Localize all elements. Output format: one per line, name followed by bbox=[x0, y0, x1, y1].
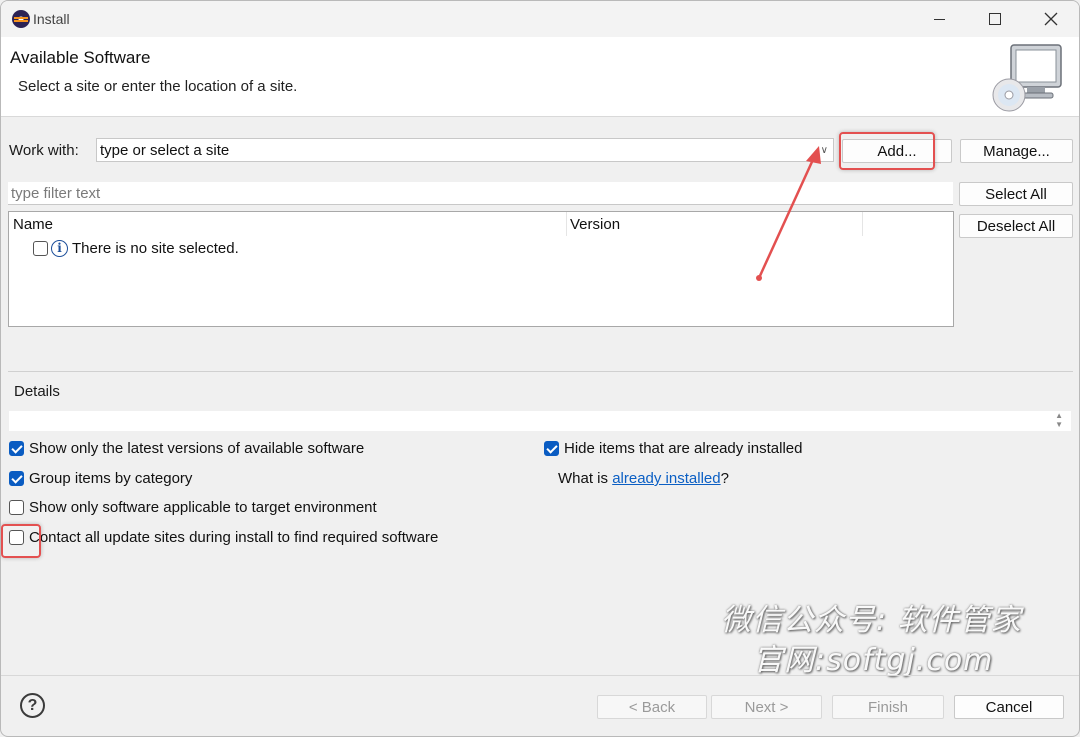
page-title: Available Software bbox=[10, 48, 151, 67]
select-all-button[interactable]: Select All bbox=[959, 182, 1073, 206]
details-text-area[interactable]: ▲ ▼ bbox=[9, 411, 1071, 431]
details-scrollbar[interactable]: ▲ ▼ bbox=[1055, 411, 1063, 429]
column-divider[interactable] bbox=[862, 212, 863, 236]
info-icon: i bbox=[51, 239, 68, 257]
wizard-header: Available Software Select a site or ente… bbox=[1, 37, 1079, 117]
add-button-highlight bbox=[839, 132, 935, 170]
target-environment-label: Show only software applicable to target … bbox=[29, 499, 377, 516]
minimize-icon bbox=[933, 18, 945, 20]
group-by-category-checkbox[interactable] bbox=[9, 471, 24, 486]
software-table[interactable]: Name Version i There is no site selected… bbox=[8, 211, 954, 327]
hide-installed-checkbox[interactable] bbox=[544, 441, 559, 456]
already-installed-link[interactable]: already installed bbox=[612, 470, 720, 487]
eclipse-logo-icon bbox=[12, 10, 30, 28]
table-row[interactable]: i There is no site selected. bbox=[33, 237, 239, 259]
contact-sites-label: Contact all update sites during install … bbox=[29, 529, 439, 546]
column-header-name[interactable]: Name bbox=[13, 216, 53, 233]
finish-button[interactable]: Finish bbox=[832, 695, 944, 719]
target-environment-checkbox[interactable] bbox=[9, 500, 24, 515]
what-is-prefix: What is bbox=[558, 470, 613, 487]
what-is-installed: What is already installed? bbox=[558, 470, 729, 487]
row-checkbox[interactable] bbox=[33, 240, 48, 256]
help-icon[interactable]: ? bbox=[20, 693, 45, 718]
page-subtitle: Select a site or enter the location of a… bbox=[18, 78, 298, 95]
work-with-combo[interactable]: type or select a site ∨ bbox=[96, 138, 834, 162]
option-hide-installed[interactable]: Hide items that are already installed bbox=[544, 440, 802, 457]
work-with-value: type or select a site bbox=[100, 142, 230, 159]
maximize-button[interactable] bbox=[967, 1, 1023, 37]
hide-installed-label: Hide items that are already installed bbox=[564, 440, 803, 457]
column-divider[interactable] bbox=[566, 212, 567, 236]
latest-versions-checkbox[interactable] bbox=[9, 441, 24, 456]
option-group-by-category[interactable]: Group items by category bbox=[9, 470, 192, 487]
option-target-environment[interactable]: Show only software applicable to target … bbox=[9, 499, 377, 516]
next-button[interactable]: Next > bbox=[711, 695, 822, 719]
filter-input[interactable]: type filter text bbox=[8, 182, 953, 205]
close-icon bbox=[1044, 12, 1058, 26]
chevron-down-icon[interactable]: ∨ bbox=[821, 145, 828, 156]
footer-separator bbox=[1, 675, 1079, 676]
details-label: Details bbox=[14, 383, 60, 400]
back-button[interactable]: < Back bbox=[597, 695, 707, 719]
watermark-line-1: 微信公众号: 软件管家 bbox=[721, 603, 1022, 638]
maximize-icon bbox=[989, 13, 1001, 25]
contact-sites-highlight bbox=[1, 524, 41, 558]
cancel-button[interactable]: Cancel bbox=[954, 695, 1064, 719]
filter-placeholder: type filter text bbox=[11, 185, 101, 202]
group-by-category-label: Group items by category bbox=[29, 470, 193, 487]
what-is-suffix: ? bbox=[720, 470, 729, 487]
option-latest-versions[interactable]: Show only the latest versions of availab… bbox=[9, 440, 364, 457]
details-separator bbox=[8, 371, 1073, 372]
manage-button[interactable]: Manage... bbox=[960, 139, 1073, 163]
title-bar: Install bbox=[1, 1, 1079, 37]
row-label: There is no site selected. bbox=[72, 239, 239, 257]
latest-versions-label: Show only the latest versions of availab… bbox=[29, 440, 365, 457]
install-dialog: Install Available Software Select a site… bbox=[0, 0, 1080, 737]
window-title: Install bbox=[33, 11, 70, 27]
column-header-version[interactable]: Version bbox=[570, 216, 620, 233]
work-with-label: Work with: bbox=[9, 142, 79, 159]
option-contact-sites[interactable]: Contact all update sites during install … bbox=[9, 529, 438, 546]
monitor-cd-icon bbox=[992, 44, 1062, 112]
deselect-all-button[interactable]: Deselect All bbox=[959, 214, 1073, 238]
close-button[interactable] bbox=[1023, 1, 1079, 37]
minimize-button[interactable] bbox=[911, 1, 967, 37]
watermark-line-2: 官网:softgj.com bbox=[753, 643, 994, 678]
